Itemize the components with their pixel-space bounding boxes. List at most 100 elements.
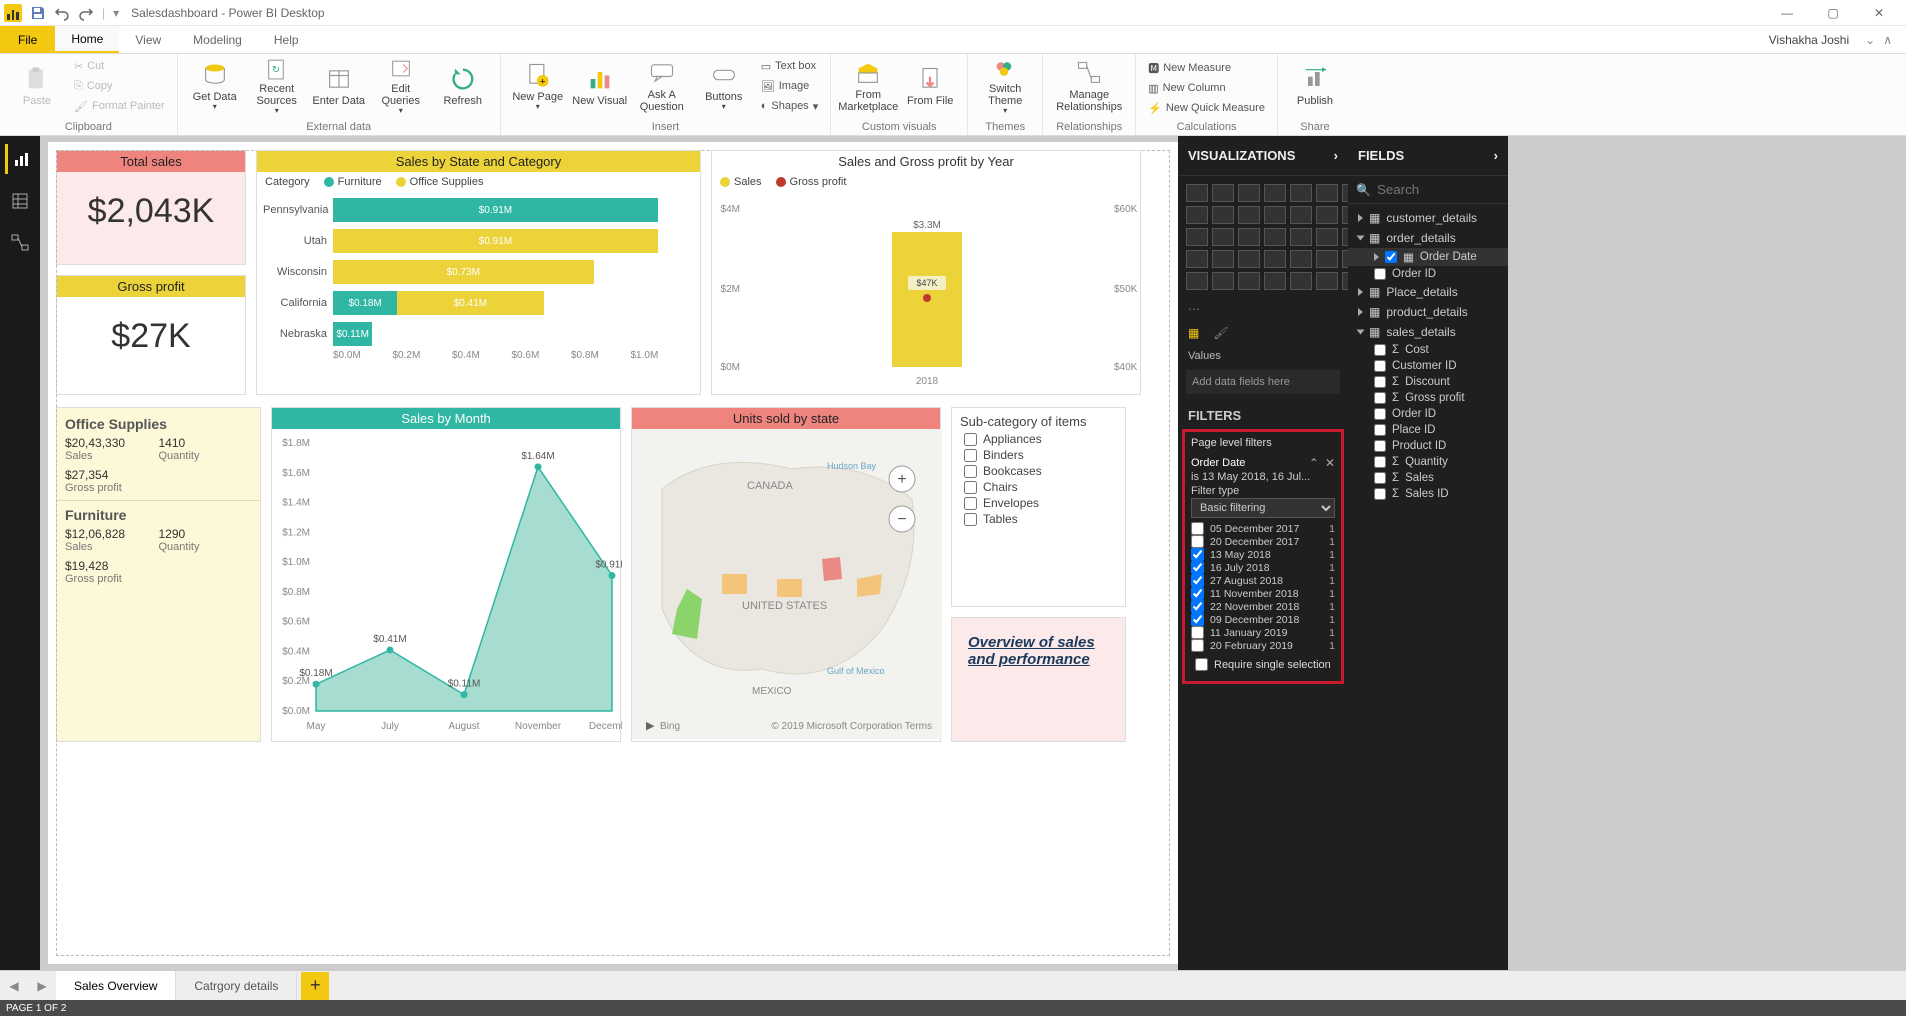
field-sales-id[interactable]: ΣSales ID — [1348, 486, 1508, 502]
ask-question-button[interactable]: Ask A Question — [633, 56, 691, 116]
viz-type-icon[interactable] — [1212, 272, 1234, 290]
viz-type-icon[interactable] — [1186, 228, 1208, 246]
from-file-button[interactable]: From File — [901, 56, 959, 116]
collapse-fields-icon[interactable]: › — [1494, 148, 1498, 163]
user-dropdown-icon[interactable]: ⌄ — [1865, 33, 1875, 47]
cut-button[interactable]: ✂Cut — [70, 56, 169, 76]
viz-type-icon[interactable] — [1290, 272, 1312, 290]
viz-type-icon[interactable] — [1290, 206, 1312, 224]
refresh-button[interactable]: Refresh — [434, 56, 492, 116]
viz-type-icon[interactable] — [1238, 228, 1260, 246]
subcat-item[interactable]: Chairs — [960, 479, 1117, 495]
tab-help[interactable]: Help — [258, 26, 315, 53]
help-icon[interactable]: ∧ — [1883, 33, 1892, 47]
field-quantity[interactable]: ΣQuantity — [1348, 454, 1508, 470]
tabs-next-icon[interactable]: ▶ — [28, 979, 56, 993]
viz-type-icon[interactable] — [1238, 206, 1260, 224]
fields-well-icon[interactable]: ▦ — [1188, 326, 1199, 340]
viz-type-icon[interactable] — [1238, 184, 1260, 202]
image-button[interactable]: 🖼Image — [757, 76, 823, 96]
filter-date-row[interactable]: 20 February 20191 — [1191, 639, 1335, 652]
get-data-button[interactable]: Get Data▾ — [186, 56, 244, 116]
data-view-icon[interactable] — [5, 186, 35, 216]
card-overview-text[interactable]: Overview of sales and performance — [951, 617, 1126, 742]
filter-date-row[interactable]: 16 July 20181 — [1191, 561, 1335, 574]
new-visual-button[interactable]: New Visual — [571, 56, 629, 116]
filter-date-row[interactable]: 22 November 20181 — [1191, 600, 1335, 613]
minimize-icon[interactable]: — — [1764, 0, 1810, 26]
viz-type-icon[interactable] — [1264, 228, 1286, 246]
field-customer-id[interactable]: Customer ID — [1348, 358, 1508, 374]
filter-date-row[interactable]: 27 August 20181 — [1191, 574, 1335, 587]
recent-sources-button[interactable]: ↻Recent Sources▾ — [248, 56, 306, 116]
viz-type-icon[interactable] — [1186, 250, 1208, 268]
new-measure-button[interactable]: 🅼New Measure — [1144, 58, 1269, 78]
undo-icon[interactable] — [54, 5, 70, 21]
collapse-viz-icon[interactable]: › — [1334, 148, 1338, 163]
table-order-details[interactable]: ▦order_details — [1348, 228, 1508, 248]
tab-modeling[interactable]: Modeling — [177, 26, 258, 53]
viz-type-icon[interactable] — [1316, 228, 1338, 246]
report-view-icon[interactable] — [5, 144, 35, 174]
user-name[interactable]: Vishakha Joshi — [1769, 33, 1850, 47]
tabs-prev-icon[interactable]: ◀ — [0, 979, 28, 993]
subcat-item[interactable]: Tables — [960, 511, 1117, 527]
from-marketplace-button[interactable]: From Marketplace — [839, 56, 897, 116]
field-gross-profit[interactable]: ΣGross profit — [1348, 390, 1508, 406]
format-well-icon[interactable]: 🖌 — [1213, 326, 1228, 340]
page-tab-1[interactable]: Sales Overview — [56, 971, 176, 1000]
page-tab-2[interactable]: Catrgory details — [176, 971, 297, 1000]
chart-sales-by-month[interactable]: Sales by Month $0.0M$0.2M$0.4M$0.6M$0.8M… — [271, 407, 621, 742]
field-product-id[interactable]: Product ID — [1348, 438, 1508, 454]
viz-type-icon[interactable] — [1290, 250, 1312, 268]
viz-type-icon[interactable] — [1316, 272, 1338, 290]
add-page-button[interactable]: + — [301, 972, 329, 1000]
field-order-id[interactable]: Order ID — [1348, 266, 1508, 282]
viz-type-icon[interactable] — [1212, 228, 1234, 246]
close-icon[interactable]: ✕ — [1856, 0, 1902, 26]
format-painter-button[interactable]: 🖌Format Painter — [70, 96, 169, 116]
viz-type-icon[interactable] — [1316, 250, 1338, 268]
chart-sales-year[interactable]: Sales and Gross profit by Year Sales Gro… — [711, 150, 1141, 395]
tab-home[interactable]: Home — [55, 26, 119, 53]
redo-icon[interactable] — [78, 5, 94, 21]
viz-type-icon[interactable] — [1290, 228, 1312, 246]
tab-view[interactable]: View — [119, 26, 177, 53]
viz-type-icon[interactable] — [1186, 184, 1208, 202]
viz-type-icon[interactable] — [1264, 250, 1286, 268]
viz-type-icon[interactable] — [1186, 272, 1208, 290]
filter-date-row[interactable]: 05 December 20171 — [1191, 522, 1335, 535]
viz-type-icon[interactable] — [1264, 184, 1286, 202]
qat-dropdown-icon[interactable]: ▾ — [113, 6, 119, 20]
save-icon[interactable] — [30, 5, 46, 21]
filter-date-row[interactable]: 09 December 20181 — [1191, 613, 1335, 626]
new-column-button[interactable]: ▥New Column — [1144, 78, 1269, 98]
viz-type-icon[interactable] — [1238, 250, 1260, 268]
new-page-button[interactable]: +New Page▾ — [509, 56, 567, 116]
field-cost[interactable]: ΣCost — [1348, 342, 1508, 358]
filter-date-row[interactable]: 11 January 20191 — [1191, 626, 1335, 639]
card-gross-profit[interactable]: Gross profit $27K — [56, 275, 246, 395]
subcat-item[interactable]: Appliances — [960, 431, 1117, 447]
viz-type-icon[interactable] — [1316, 206, 1338, 224]
subcat-item[interactable]: Bookcases — [960, 463, 1117, 479]
table-customer-details[interactable]: ▦customer_details — [1348, 208, 1508, 228]
manage-relationships-button[interactable]: Manage Relationships — [1051, 56, 1127, 116]
card-total-sales[interactable]: Total sales $2,043K — [56, 150, 246, 265]
viz-type-icon[interactable] — [1264, 272, 1286, 290]
slicer-subcategory[interactable]: Sub-category of items Appliances Binders… — [951, 407, 1126, 607]
table-sales-details[interactable]: ▦sales_details — [1348, 322, 1508, 342]
report-canvas[interactable]: Total sales $2,043K Gross profit $27K Sa… — [48, 142, 1178, 964]
chart-sales-by-state[interactable]: Sales by State and Category Category Fur… — [256, 150, 701, 395]
switch-theme-button[interactable]: Switch Theme▾ — [976, 56, 1034, 116]
edit-queries-button[interactable]: Edit Queries▾ — [372, 56, 430, 116]
remove-filter-icon[interactable]: ✕ — [1325, 456, 1335, 470]
publish-button[interactable]: Publish — [1286, 56, 1344, 116]
map-units-sold[interactable]: Units sold by state CANADA UNITED STATES… — [631, 407, 941, 742]
filter-type-select[interactable]: Basic filtering — [1191, 498, 1335, 518]
field-discount[interactable]: ΣDiscount — [1348, 374, 1508, 390]
model-view-icon[interactable] — [5, 228, 35, 258]
viz-type-icon[interactable] — [1290, 184, 1312, 202]
viz-type-icon[interactable] — [1212, 206, 1234, 224]
viz-type-icon[interactable] — [1264, 206, 1286, 224]
